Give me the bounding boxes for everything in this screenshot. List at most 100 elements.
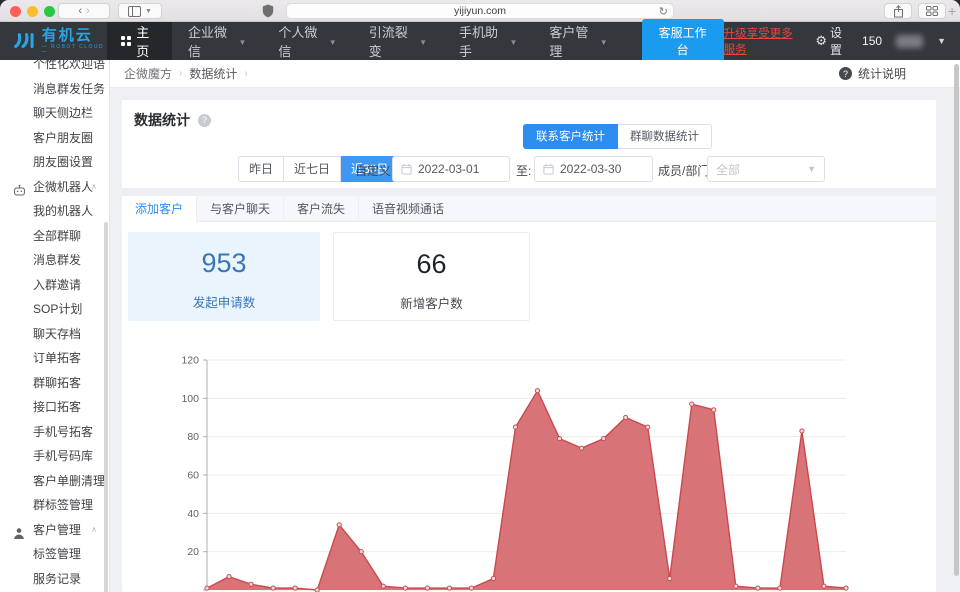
sidebar-item-label: 个性化欢迎语 — [33, 60, 105, 71]
sidebar-item[interactable]: 手机号拓客 — [0, 420, 109, 445]
sidebar-item[interactable]: 群聊拓客 — [0, 371, 109, 396]
stats-segmented-control: 联系客户统计 群聊数据统计 — [523, 124, 712, 149]
nav-item-label: 引流裂变 — [369, 22, 414, 60]
stat-card-requests[interactable]: 953 发起申请数 — [128, 232, 320, 321]
url-text: yijiyun.com — [454, 5, 506, 17]
sidebar-nav: 个性化欢迎语消息群发任务聊天侧边栏客户朋友圈朋友圈设置企微机器人∧我的机器人全部… — [0, 60, 109, 591]
upgrade-link[interactable]: 升级享受更多服务 — [724, 25, 802, 57]
filters-card: 数据统计 ? 联系客户统计 群聊数据统计 昨日 近七日 近30日 自定义: 20… — [122, 100, 936, 188]
nav-item-label: 主页 — [136, 22, 158, 60]
sidebar-scrollbar[interactable] — [104, 222, 108, 592]
sidebar-item[interactable]: 消息群发任务 — [0, 77, 109, 102]
chevron-up-icon: ∧ — [91, 518, 97, 543]
sidebar: 个性化欢迎语消息群发任务聊天侧边栏客户朋友圈朋友圈设置企微机器人∧我的机器人全部… — [0, 60, 110, 592]
chevron-right-icon: › — [179, 68, 182, 79]
sidebar-item[interactable]: 手机号码库 — [0, 444, 109, 469]
chevron-up-icon: ∧ — [91, 175, 97, 200]
minimize-window-button[interactable] — [27, 6, 38, 17]
reload-icon[interactable]: ↻ — [659, 5, 668, 18]
calendar-icon — [543, 163, 554, 175]
zoom-window-button[interactable] — [44, 6, 55, 17]
sidebar-item[interactable]: 入群邀请 — [0, 273, 109, 298]
area-chart: 20406080100120 — [122, 340, 936, 592]
account-menu-caret-icon[interactable]: ▼ — [937, 36, 946, 46]
sidebar-item-label: 消息群发 — [33, 253, 81, 267]
app-logo[interactable]: 有机云 — ROBOT CLOUD — — [0, 28, 107, 55]
sidebar-item[interactable]: 客户管理∧ — [0, 518, 109, 543]
stat-label: 发起申请数 — [128, 292, 320, 311]
sidebar-item[interactable]: 客户单删清理 — [0, 469, 109, 494]
member-select-placeholder: 全部 — [716, 161, 740, 178]
stat-card-new-customers[interactable]: 66 新增客户数 — [333, 232, 530, 321]
sidebar-item[interactable]: 我的机器人 — [0, 199, 109, 224]
chevron-down-icon: ▼ — [238, 38, 246, 47]
chevron-down-icon: ▼ — [509, 38, 517, 47]
account-phone-prefix: 150 — [862, 34, 882, 48]
nav-item-phone-assistant[interactable]: 手机助手 ▼ — [443, 22, 533, 60]
sidebar-item[interactable]: 消息群发 — [0, 248, 109, 273]
stats-tabbar: 添加客户 与客户聊天 客户流失 语音视频通话 — [122, 196, 936, 222]
segment-contact-customer-stats[interactable]: 联系客户统计 — [523, 124, 618, 149]
range-yesterday-button[interactable]: 昨日 — [238, 156, 284, 182]
custom-range-label: 自定义: — [355, 162, 394, 179]
date-filter-row: 昨日 近七日 近30日 自定义: 2022-03-01 至: — [122, 156, 936, 182]
sidebar-item[interactable]: 服务记录 — [0, 567, 109, 592]
workbench-button[interactable]: 客服工作台 — [642, 19, 724, 63]
svg-text:60: 60 — [187, 470, 199, 482]
sidebar-toggle-button[interactable]: ▼ — [118, 3, 162, 19]
nav-item-work-wechat[interactable]: 企业微信 ▼ — [172, 22, 262, 60]
sidebar-item[interactable]: SOP计划 — [0, 297, 109, 322]
nav-item-personal-wechat[interactable]: 个人微信 ▼ — [262, 22, 352, 60]
sidebar-item-label: 群聊拓客 — [33, 376, 81, 390]
date-to-input[interactable]: 2022-03-30 — [534, 156, 653, 182]
sidebar-item[interactable]: 客户朋友圈 — [0, 126, 109, 151]
sidebar-item[interactable]: 接口拓客 — [0, 395, 109, 420]
logo-title: 有机云 — [42, 28, 108, 43]
share-button[interactable] — [884, 3, 912, 19]
help-icon[interactable]: ? — [198, 114, 211, 127]
back-icon[interactable]: ‹ — [78, 5, 82, 17]
privacy-shield-icon[interactable] — [262, 4, 274, 18]
close-window-button[interactable] — [10, 6, 21, 17]
address-bar[interactable]: yijiyun.com ↻ — [286, 3, 674, 19]
chevron-down-icon: ▼ — [145, 8, 152, 15]
content-scrollbar[interactable] — [954, 64, 959, 576]
sidebar-item[interactable]: 朋友圈设置 — [0, 150, 109, 175]
sidebar-item-label: 企微机器人 — [33, 180, 93, 194]
nav-item-customer-management[interactable]: 客户管理 ▼ — [533, 22, 623, 60]
segment-group-chat-stats[interactable]: 群聊数据统计 — [618, 124, 712, 149]
stats-help-link[interactable]: ? 统计说明 — [839, 65, 906, 82]
tab-customer-churn[interactable]: 客户流失 — [284, 196, 359, 222]
tab-overview-button[interactable] — [918, 3, 946, 19]
sidebar-item[interactable]: 全部群聊 — [0, 224, 109, 249]
breadcrumb-item[interactable]: 企微魔方 — [124, 65, 172, 82]
stat-label: 新增客户数 — [334, 293, 529, 312]
nav-item-home[interactable]: 主页 — [107, 22, 172, 60]
svg-text:80: 80 — [187, 431, 199, 443]
home-grid-icon — [121, 36, 131, 46]
sidebar-item[interactable]: 群标签管理 — [0, 493, 109, 518]
tab-add-customer[interactable]: 添加客户 — [122, 196, 197, 222]
sidebar-item[interactable]: 订单拓客 — [0, 346, 109, 371]
sidebar-item-label: 朋友圈设置 — [33, 155, 93, 169]
new-tab-icon[interactable]: + — [948, 3, 956, 19]
sidebar-item[interactable]: 聊天存档 — [0, 322, 109, 347]
stat-value: 953 — [128, 248, 320, 279]
sidebar-item[interactable]: 个性化欢迎语 — [0, 60, 109, 77]
member-select[interactable]: 全部 ▼ — [707, 156, 825, 182]
member-dept-label: 成员/部门: — [658, 162, 713, 179]
sidebar-item[interactable]: 企微机器人∧ — [0, 175, 109, 200]
sidebar-item[interactable]: 标签管理 — [0, 542, 109, 567]
date-from-input[interactable]: 2022-03-01 — [392, 156, 510, 182]
sidebar-item[interactable]: 聊天侧边栏 — [0, 101, 109, 126]
settings-button[interactable]: ⚙ 设置 — [815, 24, 848, 58]
nav-item-traffic-fission[interactable]: 引流裂变 ▼ — [353, 22, 443, 60]
forward-icon[interactable]: › — [86, 5, 90, 17]
breadcrumb-item[interactable]: 数据统计 — [189, 65, 237, 82]
tab-voice-video-call[interactable]: 语音视频通话 — [359, 196, 457, 222]
range-7days-button[interactable]: 近七日 — [284, 156, 341, 182]
tab-chat-with-customer[interactable]: 与客户聊天 — [197, 196, 284, 222]
sidebar-item-label: 手机号码库 — [33, 449, 93, 463]
sidebar-item-label: SOP计划 — [33, 302, 82, 316]
sidebar-item-label: 标签管理 — [33, 547, 81, 561]
